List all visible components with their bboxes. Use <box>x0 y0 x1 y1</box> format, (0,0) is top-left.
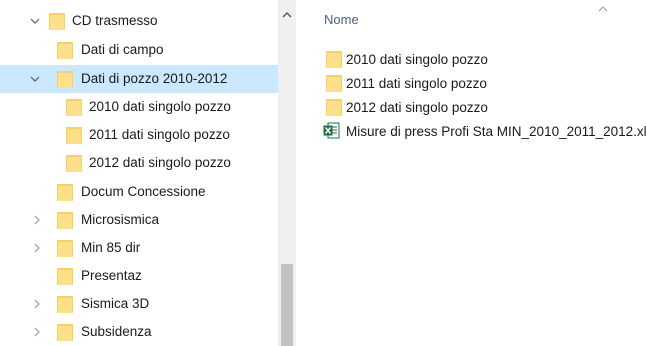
folder-icon <box>57 211 73 229</box>
tree-item-label: Sismica 3D <box>81 296 150 311</box>
tree-item-label: Docum Concessione <box>81 184 206 199</box>
scroll-up-arrow-icon[interactable] <box>278 8 296 22</box>
folder-icon <box>57 239 73 257</box>
tree-item-label: Dati di campo <box>81 42 164 57</box>
column-header-name[interactable]: Nome <box>324 12 359 27</box>
file-item-label: 2012 dati singolo pozzo <box>346 99 488 115</box>
tree-item-label: Min 85 dir <box>81 240 141 255</box>
chevron-down-icon[interactable] <box>29 15 41 27</box>
folder-icon <box>326 98 342 116</box>
tree-item-label: Dati di pozzo 2010-2012 <box>81 71 228 86</box>
tree-item-sismica-3d[interactable]: Sismica 3D <box>0 291 278 317</box>
folder-icon <box>49 12 65 30</box>
tree-item-2012-dati[interactable]: 2012 dati singolo pozzo <box>0 150 278 176</box>
tree-item-dati-di-campo[interactable]: Dati di campo <box>0 37 278 63</box>
tree-item-label: Microsismica <box>81 212 160 227</box>
tree-item-docum-concessione[interactable]: Docum Concessione <box>0 179 278 205</box>
tree-item-label: Subsidenza <box>81 324 152 339</box>
file-item-2011-dati[interactable]: 2011 dati singolo pozzo <box>296 71 646 95</box>
file-item-excel[interactable]: Misure di press Profi Sta MIN_2010_2011_… <box>296 119 646 143</box>
tree-item-label: 2010 dati singolo pozzo <box>89 99 231 114</box>
chevron-right-icon[interactable] <box>31 214 43 226</box>
chevron-down-icon[interactable] <box>29 73 41 85</box>
tree-item-label: Presentaz <box>81 268 142 283</box>
tree-item-label: CD trasmesso <box>72 13 158 28</box>
folder-icon <box>66 154 82 172</box>
tree-item-min-85-dir[interactable]: Min 85 dir <box>0 235 278 261</box>
sort-ascending-icon <box>596 2 610 12</box>
file-item-2012-dati[interactable]: 2012 dati singolo pozzo <box>296 95 646 119</box>
file-list-pane: Nome 2010 dati singolo pozzo 2011 dati s… <box>296 0 646 346</box>
folder-icon <box>57 323 73 341</box>
folder-icon <box>57 295 73 313</box>
scrollbar-thumb[interactable] <box>281 264 293 346</box>
tree-item-2010-dati[interactable]: 2010 dati singolo pozzo <box>0 94 278 120</box>
folder-icon <box>66 126 82 144</box>
tree-item-subsidenza[interactable]: Subsidenza <box>0 319 278 345</box>
folder-icon <box>326 50 342 68</box>
file-item-label: 2010 dati singolo pozzo <box>346 51 488 67</box>
folder-icon <box>57 41 73 59</box>
tree-item-cd-trasmesso[interactable]: CD trasmesso <box>0 8 278 34</box>
navigation-pane: CD trasmesso Dati di campo Dati di pozzo… <box>0 0 278 346</box>
file-item-label: Misure di press Profi Sta MIN_2010_2011_… <box>346 123 646 139</box>
file-item-2010-dati[interactable]: 2010 dati singolo pozzo <box>296 47 646 71</box>
tree-item-dati-di-pozzo[interactable]: Dati di pozzo 2010-2012 <box>0 65 278 93</box>
chevron-right-icon[interactable] <box>31 298 43 310</box>
folder-icon <box>57 70 73 88</box>
folder-icon <box>326 74 342 92</box>
excel-file-icon <box>323 122 340 139</box>
tree-item-microsismica[interactable]: Microsismica <box>0 207 278 233</box>
chevron-right-icon[interactable] <box>31 242 43 254</box>
tree-item-2011-dati[interactable]: 2011 dati singolo pozzo <box>0 122 278 148</box>
folder-icon <box>57 267 73 285</box>
file-item-label: 2011 dati singolo pozzo <box>346 75 487 91</box>
nav-pane-scrollbar[interactable] <box>278 0 296 346</box>
chevron-right-icon[interactable] <box>31 326 43 338</box>
folder-icon <box>66 98 82 116</box>
folder-icon <box>57 183 73 201</box>
tree-item-label: 2011 dati singolo pozzo <box>89 127 230 142</box>
tree-item-label: 2012 dati singolo pozzo <box>89 155 231 170</box>
tree-item-presentaz[interactable]: Presentaz <box>0 263 278 289</box>
